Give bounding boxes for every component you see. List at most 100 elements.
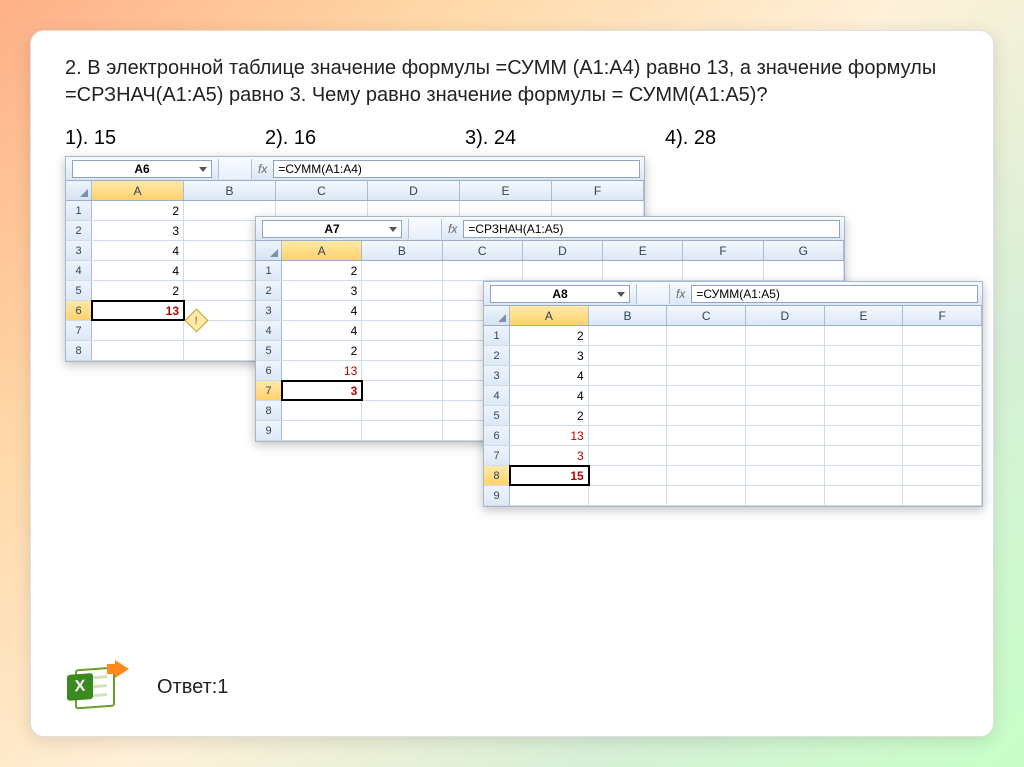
cell[interactable]: 2 (282, 261, 362, 280)
cell[interactable] (667, 386, 746, 405)
cell[interactable]: 15 (510, 466, 589, 485)
cell[interactable]: 4 (92, 241, 184, 260)
col-header-E[interactable]: E (460, 181, 552, 200)
cell[interactable] (746, 366, 825, 385)
row-header[interactable]: 6 (484, 426, 510, 445)
cell[interactable]: 2 (282, 341, 362, 360)
fx-icon[interactable]: fx (442, 222, 463, 236)
cell[interactable]: 4 (282, 321, 362, 340)
row-header[interactable]: 8 (256, 401, 282, 420)
col-header-F[interactable]: F (552, 181, 644, 200)
cell[interactable] (746, 466, 825, 485)
cell[interactable]: 3 (92, 221, 184, 240)
row-header[interactable]: 3 (66, 241, 92, 260)
cell[interactable] (362, 381, 442, 400)
fx-icon[interactable]: fx (670, 287, 691, 301)
cell[interactable] (362, 401, 442, 420)
cell[interactable] (667, 366, 746, 385)
cell[interactable] (362, 361, 442, 380)
col-header-B[interactable]: B (362, 241, 442, 260)
cell[interactable]: 2 (92, 281, 184, 300)
cell[interactable] (589, 406, 668, 425)
col-header-G[interactable]: G (764, 241, 844, 260)
cell[interactable] (683, 261, 763, 280)
cell[interactable] (589, 326, 668, 345)
cell[interactable]: 2 (92, 201, 184, 220)
col-header-B[interactable]: B (589, 306, 668, 325)
cell[interactable] (362, 421, 442, 440)
cell[interactable]: 2 (510, 326, 589, 345)
cell[interactable] (362, 341, 442, 360)
cell[interactable]: 3 (510, 346, 589, 365)
fx-icon[interactable]: fx (252, 162, 273, 176)
row-header[interactable]: 7 (256, 381, 282, 400)
cell[interactable] (667, 446, 746, 465)
cell[interactable] (746, 446, 825, 465)
cell[interactable] (903, 486, 982, 505)
select-all-corner[interactable] (256, 241, 282, 260)
col-header-F[interactable]: F (683, 241, 763, 260)
cell[interactable] (825, 486, 904, 505)
col-header-C[interactable]: C (276, 181, 368, 200)
cell[interactable] (510, 486, 589, 505)
cell[interactable] (825, 406, 904, 425)
cell[interactable] (825, 366, 904, 385)
cell[interactable] (589, 366, 668, 385)
cell[interactable] (667, 406, 746, 425)
cell[interactable] (362, 281, 442, 300)
cell[interactable] (589, 466, 668, 485)
row-header[interactable]: 9 (256, 421, 282, 440)
cell[interactable] (667, 326, 746, 345)
row-header[interactable]: 7 (484, 446, 510, 465)
row-header[interactable]: 3 (256, 301, 282, 320)
cell[interactable] (667, 426, 746, 445)
name-box[interactable]: A6 (72, 160, 212, 178)
row-header[interactable]: 6 (66, 301, 92, 320)
cell[interactable] (603, 261, 683, 280)
row-header[interactable]: 1 (66, 201, 92, 220)
cell[interactable] (825, 446, 904, 465)
col-header-D[interactable]: D (368, 181, 460, 200)
cell[interactable] (589, 486, 668, 505)
cell[interactable] (825, 386, 904, 405)
col-header-F[interactable]: F (903, 306, 982, 325)
cell[interactable]: 13 (92, 301, 184, 320)
row-header[interactable]: 5 (66, 281, 92, 300)
col-header-B[interactable]: B (184, 181, 276, 200)
col-header-A[interactable]: A (282, 241, 362, 260)
cell[interactable] (746, 406, 825, 425)
col-header-D[interactable]: D (746, 306, 825, 325)
cell[interactable] (825, 326, 904, 345)
cell[interactable] (903, 446, 982, 465)
cell[interactable] (746, 486, 825, 505)
cell[interactable] (746, 326, 825, 345)
row-header[interactable]: 8 (66, 341, 92, 360)
cell[interactable]: 13 (510, 426, 589, 445)
row-header[interactable]: 2 (256, 281, 282, 300)
cell[interactable] (92, 321, 184, 340)
cell[interactable] (282, 401, 362, 420)
cell[interactable]: 3 (510, 446, 589, 465)
cell[interactable] (362, 321, 442, 340)
cell[interactable] (903, 406, 982, 425)
cell[interactable] (825, 426, 904, 445)
formula-input[interactable]: =СРЗНАЧ(A1:A5) (463, 220, 840, 238)
cell[interactable] (589, 346, 668, 365)
name-box[interactable]: A8 (490, 285, 630, 303)
cell[interactable] (903, 426, 982, 445)
cell[interactable]: 4 (92, 261, 184, 280)
cell[interactable] (764, 261, 844, 280)
col-header-A[interactable]: A (92, 181, 184, 200)
cell[interactable] (667, 466, 746, 485)
cell[interactable]: 3 (282, 281, 362, 300)
select-all-corner[interactable] (66, 181, 92, 200)
cell[interactable] (589, 386, 668, 405)
row-header[interactable]: 6 (256, 361, 282, 380)
col-header-E[interactable]: E (825, 306, 904, 325)
col-header-E[interactable]: E (603, 241, 683, 260)
excel-app-icon[interactable]: X (65, 660, 127, 714)
row-header[interactable]: 7 (66, 321, 92, 340)
cell[interactable] (746, 426, 825, 445)
select-all-corner[interactable] (484, 306, 510, 325)
cell[interactable]: 4 (510, 366, 589, 385)
